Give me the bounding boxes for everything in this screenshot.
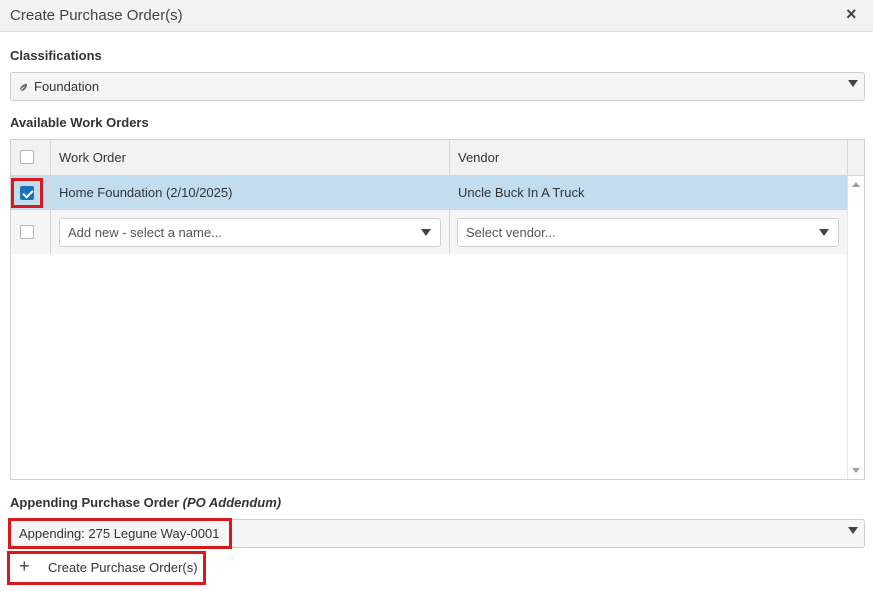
vendor-cell: Uncle Buck In A Truck: [458, 185, 585, 200]
column-divider: [50, 210, 51, 254]
new-row-checkbox[interactable]: [20, 225, 34, 239]
work-order-placeholder: Add new - select a name...: [68, 225, 222, 240]
grid-header: Work Order Vendor: [11, 140, 864, 176]
grid-scrollbar[interactable]: [847, 176, 864, 479]
vendor-select[interactable]: Select vendor...: [457, 218, 839, 247]
select-all-checkbox[interactable]: [20, 150, 34, 164]
appending-label-suffix: (PO Addendum): [182, 495, 282, 510]
classifications-selected: Foundation: [19, 79, 99, 94]
chevron-down-icon[interactable]: [819, 229, 829, 236]
chevron-down-icon[interactable]: [421, 229, 431, 236]
leaf-icon: [19, 83, 28, 92]
dialog-title: Create Purchase Order(s): [10, 7, 183, 24]
work-orders-grid: Work Order Vendor Home Foundation (2/10/…: [10, 139, 865, 480]
scroll-up-icon[interactable]: [852, 182, 860, 187]
chevron-down-icon[interactable]: [848, 527, 858, 534]
column-divider: [847, 140, 848, 176]
work-order-cell: Home Foundation (2/10/2025): [59, 185, 233, 200]
chevron-down-icon[interactable]: [848, 80, 858, 87]
work-order-name-select[interactable]: Add new - select a name...: [59, 218, 441, 247]
vendor-placeholder: Select vendor...: [466, 225, 556, 240]
column-header-vendor[interactable]: Vendor: [458, 150, 499, 165]
close-icon[interactable]: ×: [846, 4, 857, 25]
scroll-down-icon[interactable]: [852, 468, 860, 473]
appending-label: Appending Purchase Order (PO Addendum): [10, 495, 281, 510]
work-orders-label: Available Work Orders: [10, 115, 149, 130]
classifications-label: Classifications: [10, 48, 102, 63]
table-row[interactable]: Home Foundation (2/10/2025) Uncle Buck I…: [11, 176, 847, 210]
column-header-work-order[interactable]: Work Order: [59, 150, 126, 165]
column-divider: [449, 210, 450, 254]
appending-label-text: Appending Purchase Order: [10, 495, 180, 510]
dialog-titlebar: Create Purchase Order(s) ×: [0, 0, 873, 32]
highlight-box: [7, 551, 206, 585]
highlight-box: [11, 178, 43, 208]
highlight-box: [8, 518, 232, 549]
classifications-selected-text: Foundation: [34, 79, 100, 94]
classifications-select[interactable]: Foundation: [10, 72, 865, 101]
new-row: Add new - select a name... Select vendor…: [11, 210, 847, 254]
